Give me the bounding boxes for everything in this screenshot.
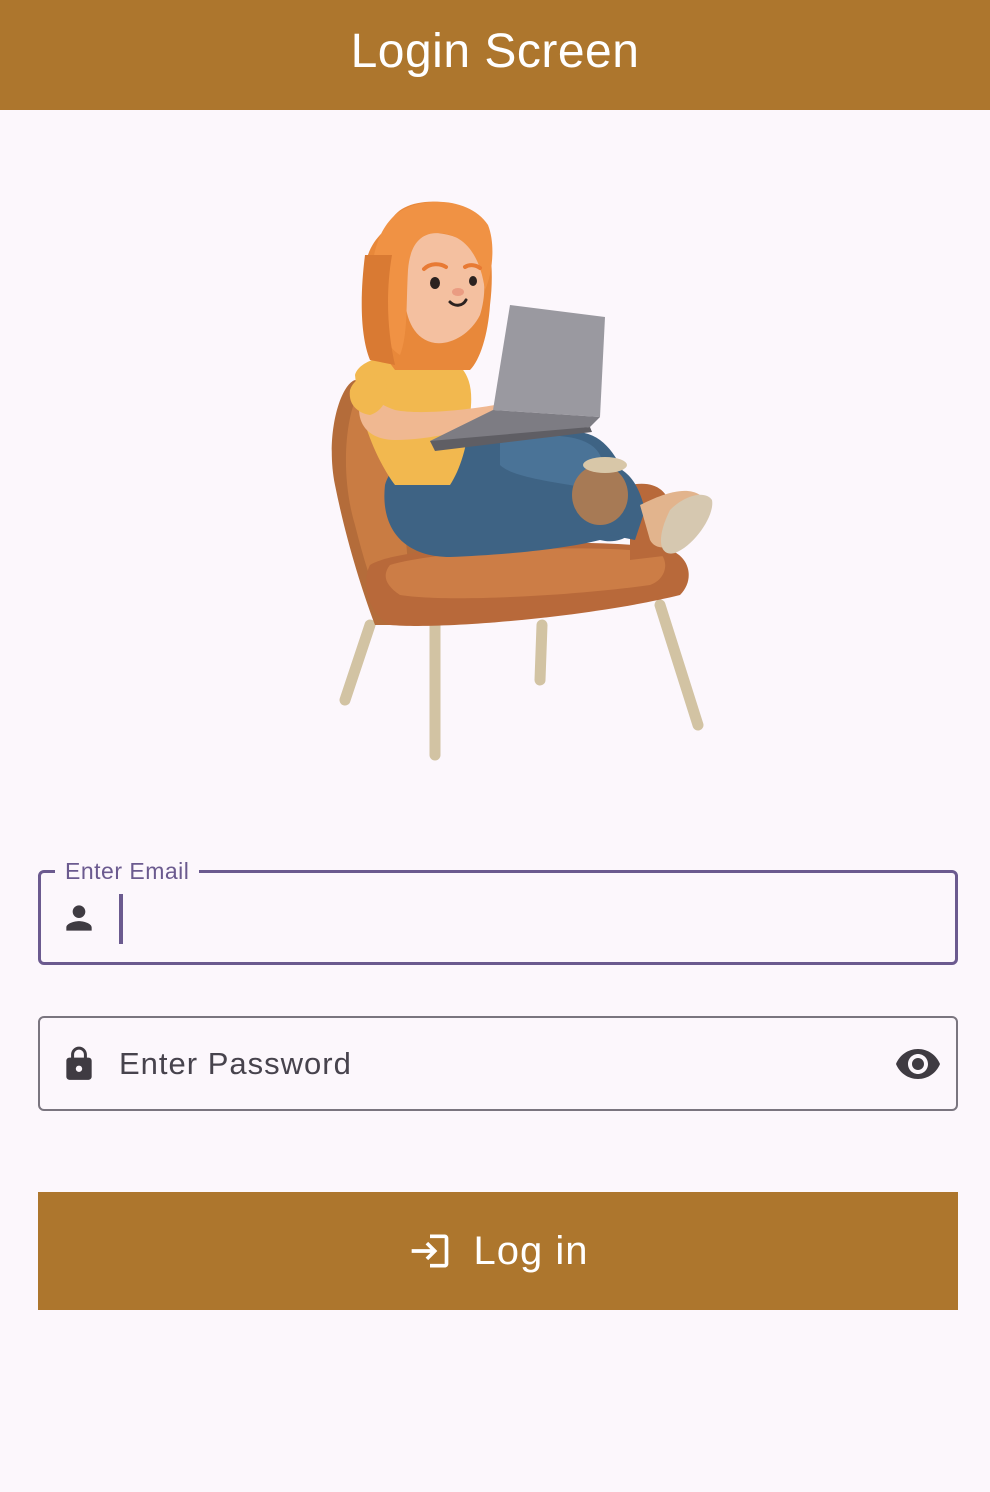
login-icon [411, 1234, 448, 1268]
app-bar: Login Screen [0, 0, 990, 110]
woman-with-laptop-illustration [331, 201, 713, 761]
lock-icon [66, 1046, 92, 1080]
email-field[interactable]: Enter Email [38, 858, 958, 965]
person-icon [66, 904, 92, 931]
login-button-label: Log in [473, 1228, 589, 1273]
text-cursor [119, 894, 123, 944]
page-title: Login Screen [350, 24, 640, 78]
eye-icon[interactable] [894, 1040, 942, 1088]
login-button[interactable]: Log in [38, 1192, 958, 1310]
password-field[interactable]: Enter Password [38, 1016, 958, 1111]
chair-legs [339, 599, 704, 761]
email-input[interactable] [127, 873, 935, 964]
password-placeholder: Enter Password [119, 1045, 352, 1081]
